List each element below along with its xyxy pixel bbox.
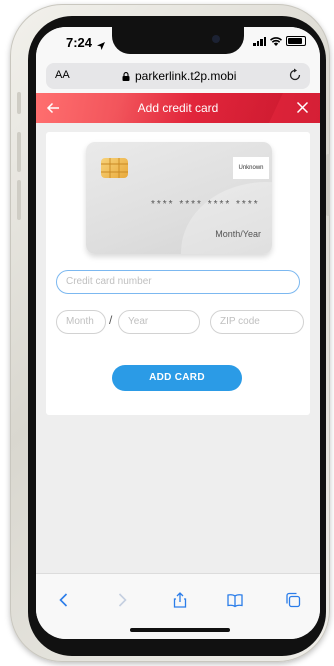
card-brand-badge: Unknown — [233, 157, 269, 179]
back-icon[interactable] — [56, 592, 72, 608]
location-arrow-icon — [97, 37, 105, 55]
bookmarks-icon[interactable] — [227, 592, 243, 608]
status-icons — [253, 36, 306, 46]
wifi-icon — [270, 36, 282, 46]
tabs-icon[interactable] — [285, 592, 301, 608]
url-display[interactable]: parkerlink.t2p.mobi — [122, 69, 236, 83]
volume-up-button — [17, 132, 21, 172]
year-input[interactable]: Year — [118, 310, 200, 334]
notch — [112, 27, 244, 54]
month-input[interactable]: Month — [56, 310, 106, 334]
lock-icon — [122, 71, 130, 81]
mute-switch — [17, 92, 21, 114]
browser-toolbar — [36, 573, 320, 639]
credit-card-preview: Unknown **** **** **** **** Month/Year — [86, 142, 272, 254]
url-field[interactable]: AA parkerlink.t2p.mobi — [46, 63, 310, 89]
text-size-button[interactable]: AA — [55, 69, 70, 81]
zip-code-input[interactable]: ZIP code — [210, 310, 304, 334]
volume-down-button — [17, 180, 21, 220]
cellular-signal-icon — [253, 36, 266, 46]
card-number-input[interactable]: Credit card number — [56, 270, 300, 294]
forward-icon[interactable] — [114, 592, 130, 608]
url-text: parkerlink.t2p.mobi — [135, 69, 237, 83]
front-camera — [212, 35, 220, 43]
status-time: 7:24 — [66, 35, 93, 50]
battery-icon — [286, 36, 306, 46]
page-title: Add credit card — [137, 101, 219, 115]
phone-screen: 7:24 AA parkerlink.t2p.mobi Add credit c… — [36, 27, 320, 639]
power-button — [326, 154, 330, 216]
chip-icon — [101, 158, 128, 178]
browser-address-bar: AA parkerlink.t2p.mobi — [36, 59, 320, 93]
share-icon[interactable] — [172, 592, 188, 608]
reload-icon[interactable] — [288, 68, 302, 82]
card-number-mask: **** **** **** **** — [151, 199, 260, 210]
add-card-button[interactable]: ADD CARD — [112, 365, 242, 391]
card-decoration — [181, 182, 272, 254]
date-separator: / — [109, 313, 113, 327]
card-expiry: Month/Year — [215, 229, 261, 239]
app-header: Add credit card — [36, 93, 320, 123]
home-indicator — [130, 628, 230, 632]
close-icon[interactable] — [296, 101, 309, 114]
add-card-panel: Unknown **** **** **** **** Month/Year C… — [46, 132, 310, 415]
